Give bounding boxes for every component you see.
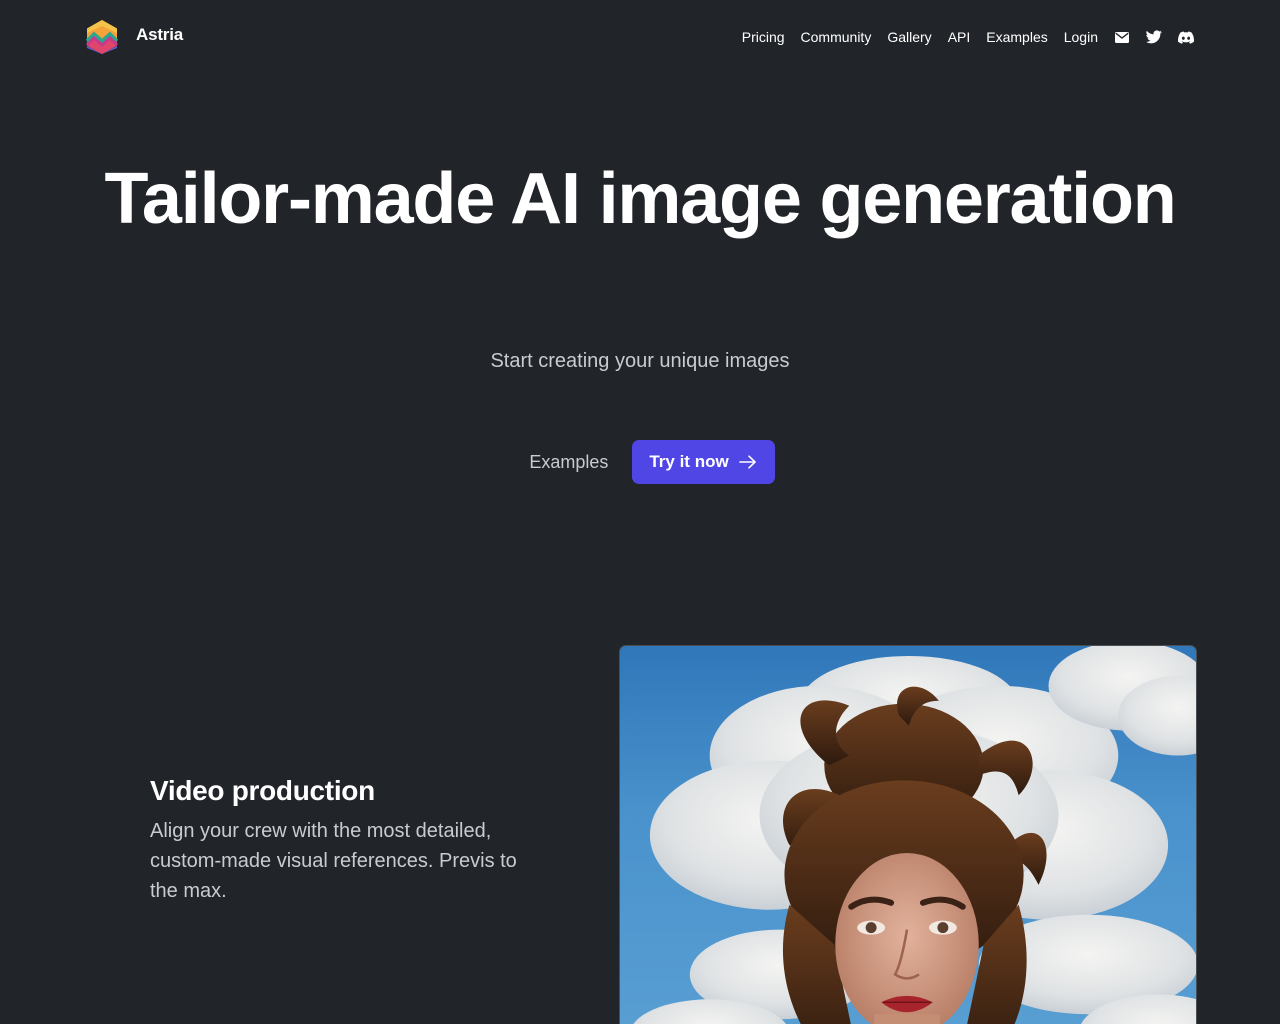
- feature-title: Video production: [150, 775, 375, 806]
- nav-link-examples[interactable]: Examples: [986, 28, 1047, 46]
- mail-icon: [1115, 31, 1129, 43]
- mail-link[interactable]: [1114, 28, 1130, 46]
- brand-link[interactable]: Astria: [84, 19, 183, 55]
- twitter-link[interactable]: [1146, 28, 1162, 46]
- feature-section: Video production Align your crew with th…: [150, 774, 540, 906]
- portrait-illustration: [633, 646, 1196, 1024]
- brand-name: Astria: [136, 25, 183, 44]
- nav-link-login[interactable]: Login: [1064, 28, 1098, 46]
- page: Astria Pricing Community Gallery API Exa…: [0, 0, 1280, 1024]
- arrow-right-icon: [738, 455, 756, 469]
- top-nav: Pricing Community Gallery API Examples L…: [742, 28, 1194, 46]
- astria-logo-icon: [85, 20, 119, 54]
- hero-title: Tailor-made AI image generation: [104, 159, 1176, 239]
- feature-image: [619, 645, 1197, 1024]
- nav-link-pricing[interactable]: Pricing: [742, 28, 785, 46]
- cta-row: Examples Try it now: [0, 440, 1280, 484]
- try-it-now-label: Try it now: [649, 452, 729, 471]
- hero-subtitle: Start creating your unique images: [490, 350, 790, 372]
- examples-button[interactable]: Examples: [505, 440, 632, 484]
- feature-description: Align your crew with the most detailed, …: [150, 820, 517, 902]
- nav-link-api[interactable]: API: [948, 28, 971, 46]
- try-it-now-button[interactable]: Try it now: [632, 440, 775, 484]
- discord-link[interactable]: [1178, 28, 1194, 46]
- nav-link-gallery[interactable]: Gallery: [887, 28, 931, 46]
- nav-link-community[interactable]: Community: [801, 28, 872, 46]
- site-header: Astria Pricing Community Gallery API Exa…: [0, 0, 1280, 74]
- discord-icon: [1178, 31, 1194, 44]
- twitter-icon: [1146, 30, 1162, 44]
